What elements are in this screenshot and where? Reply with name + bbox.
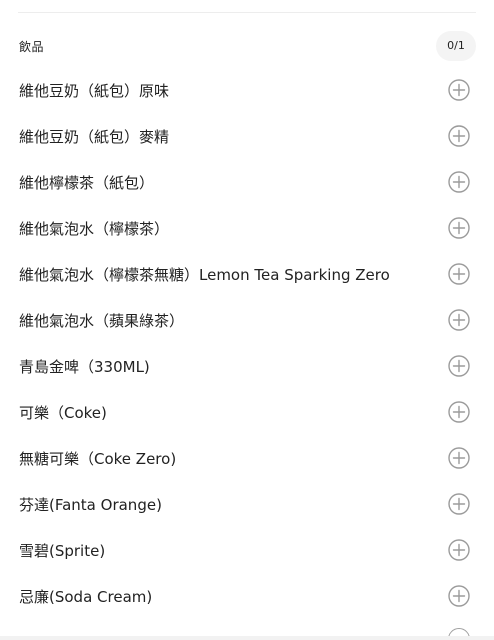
add-button[interactable] xyxy=(448,263,470,285)
item-name: 維他氣泡水（檸檬茶） xyxy=(19,220,170,238)
add-button[interactable] xyxy=(448,493,470,515)
add-button[interactable] xyxy=(448,585,470,607)
plus-circle-icon xyxy=(448,355,470,377)
list-item[interactable]: 維他氣泡水（檸檬茶） xyxy=(0,205,494,251)
selection-count-badge: 0/1 xyxy=(436,31,476,61)
plus-circle-icon xyxy=(448,79,470,101)
list-item[interactable]: 芬達(Fanta Orange) xyxy=(0,481,494,527)
add-button[interactable] xyxy=(448,125,470,147)
add-button[interactable] xyxy=(448,309,470,331)
bottom-bar xyxy=(0,636,494,640)
plus-circle-icon xyxy=(448,171,470,193)
list-item[interactable]: 維他氣泡水（蘋果綠茶） xyxy=(0,297,494,343)
plus-circle-icon xyxy=(448,217,470,239)
add-button[interactable] xyxy=(448,79,470,101)
list-item[interactable]: 維他豆奶（紙包）麥精 xyxy=(0,113,494,159)
list-item[interactable]: 維他豆奶（紙包）原味 xyxy=(0,67,494,113)
add-button[interactable] xyxy=(448,447,470,469)
plus-circle-icon xyxy=(448,125,470,147)
divider xyxy=(18,12,476,13)
item-name: 維他氣泡水（蘋果綠茶） xyxy=(19,312,185,330)
plus-circle-icon xyxy=(448,585,470,607)
section-header: 飲品 0/1 xyxy=(0,28,494,64)
list-item[interactable]: 無糖可樂（Coke Zero) xyxy=(0,435,494,481)
list-item[interactable]: 青島金啤（330ML) xyxy=(0,343,494,389)
add-button[interactable] xyxy=(448,401,470,423)
add-button[interactable] xyxy=(448,539,470,561)
item-name: 芬達(Fanta Orange) xyxy=(19,496,162,514)
section-title: 飲品 xyxy=(19,40,45,54)
list-item[interactable]: 雪碧(Sprite) xyxy=(0,527,494,573)
drink-list: 維他豆奶（紙包）原味 維他豆奶（紙包）麥精 維他檸檬茶（紙包） 維他氣泡水（檸檬茶） 維… xyxy=(0,67,494,619)
item-name: 無糖可樂（Coke Zero) xyxy=(19,450,177,468)
list-item[interactable]: 維他氣泡水（檸檬茶無糖）Lemon Tea Sparking Zero xyxy=(0,251,494,297)
plus-circle-icon xyxy=(448,263,470,285)
drink-options-panel: 飲品 0/1 維他豆奶（紙包）原味 維他豆奶（紙包）麥精 維他檸檬茶（紙包） 維他氣泡… xyxy=(0,0,494,640)
item-name: 青島金啤（330ML) xyxy=(19,358,150,376)
list-item[interactable]: 忌廉(Soda Cream) xyxy=(0,573,494,619)
list-item[interactable]: 維他檸檬茶（紙包） xyxy=(0,159,494,205)
add-button[interactable] xyxy=(448,217,470,239)
plus-circle-icon xyxy=(448,493,470,515)
item-name: 忌廉(Soda Cream) xyxy=(19,588,153,606)
item-name: 維他豆奶（紙包）麥精 xyxy=(19,128,170,146)
item-name: 維他檸檬茶（紙包） xyxy=(19,174,155,192)
plus-circle-icon xyxy=(448,539,470,561)
item-name: 維他豆奶（紙包）原味 xyxy=(19,82,170,100)
item-name: 可樂（Coke) xyxy=(19,404,107,422)
plus-circle-icon xyxy=(448,401,470,423)
add-button[interactable] xyxy=(448,171,470,193)
plus-circle-icon xyxy=(448,309,470,331)
plus-circle-icon xyxy=(448,447,470,469)
list-item[interactable]: 可樂（Coke) xyxy=(0,389,494,435)
item-name: 維他氣泡水（檸檬茶無糖）Lemon Tea Sparking Zero xyxy=(19,266,390,284)
item-name: 雪碧(Sprite) xyxy=(19,542,106,560)
add-button[interactable] xyxy=(448,355,470,377)
